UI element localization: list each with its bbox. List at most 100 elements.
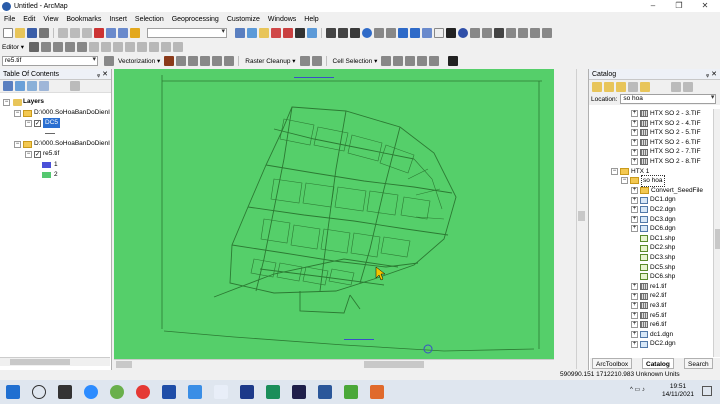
scroll-thumb[interactable] bbox=[10, 359, 70, 365]
raster-cleanup-menu[interactable]: Raster Cleanup ▾ bbox=[245, 57, 295, 65]
list-by-drawing-order-icon[interactable] bbox=[3, 81, 13, 91]
zoom-in-icon[interactable] bbox=[326, 28, 336, 38]
expand-icon[interactable]: + bbox=[631, 196, 638, 204]
rotate-icon[interactable] bbox=[137, 42, 148, 52]
save-icon[interactable] bbox=[27, 28, 37, 38]
group1-node[interactable]: − D:\000.SoHoaBanDoDienI bbox=[14, 108, 110, 118]
edit-vertices-icon[interactable] bbox=[89, 42, 100, 52]
redo-icon[interactable] bbox=[118, 28, 128, 38]
catalog-item[interactable]: DC6.shp bbox=[631, 272, 675, 282]
vectorization-settings-icon[interactable] bbox=[164, 56, 175, 66]
arcmap-taskbar-icon[interactable] bbox=[162, 385, 176, 399]
app3-icon[interactable] bbox=[292, 385, 306, 399]
copy-icon[interactable] bbox=[70, 28, 80, 38]
print-icon[interactable] bbox=[39, 28, 49, 38]
measure-icon[interactable] bbox=[482, 28, 492, 38]
catalog-scrollbar[interactable] bbox=[713, 109, 720, 357]
layer-re5[interactable]: − ✓ re5.tif bbox=[25, 149, 59, 159]
expand-icon[interactable]: + bbox=[631, 225, 638, 233]
re5-label[interactable]: re5.tif bbox=[43, 149, 59, 159]
find-route-icon[interactable] bbox=[506, 28, 516, 38]
trace-icon[interactable] bbox=[65, 42, 76, 52]
zoom-app-icon[interactable] bbox=[84, 385, 98, 399]
vectorization-trace-icon[interactable] bbox=[200, 56, 211, 66]
expand-icon[interactable]: + bbox=[631, 283, 638, 291]
cut-icon[interactable] bbox=[58, 28, 68, 38]
catalog-item[interactable]: + DC1.dgn bbox=[631, 195, 676, 205]
select-elements-icon[interactable] bbox=[446, 28, 456, 38]
map-scale-combo[interactable] bbox=[147, 28, 227, 38]
toc-horizontal-scrollbar[interactable] bbox=[0, 357, 110, 366]
catalog-item[interactable]: DC5.shp bbox=[631, 263, 675, 273]
cell-select-tool-icon[interactable] bbox=[417, 56, 428, 66]
clear-selection-icon[interactable] bbox=[434, 28, 444, 38]
menu-edit[interactable]: Edit bbox=[23, 16, 35, 23]
catalog-item[interactable]: + re5.tif bbox=[631, 311, 666, 321]
create-features-icon[interactable] bbox=[173, 42, 184, 52]
collapse-icon[interactable]: − bbox=[3, 98, 10, 106]
expand-icon[interactable]: + bbox=[631, 139, 638, 147]
expand-icon[interactable]: + bbox=[631, 331, 638, 339]
expand-icon[interactable]: + bbox=[631, 311, 638, 319]
catalog-item[interactable]: DC1.shp bbox=[631, 234, 675, 244]
editor-toolbar-icon[interactable] bbox=[235, 28, 245, 38]
dc5-visibility-checkbox[interactable]: ✓ bbox=[34, 119, 41, 127]
modelbuilder-icon[interactable] bbox=[307, 28, 317, 38]
expand-icon[interactable]: + bbox=[631, 206, 638, 214]
re5-visibility-checkbox[interactable]: ✓ bbox=[34, 150, 41, 158]
cut-polygons-icon[interactable] bbox=[113, 42, 124, 52]
vectorization-menu[interactable]: Vectorization ▾ bbox=[118, 57, 160, 65]
data-view-button[interactable] bbox=[116, 361, 132, 368]
menu-geoprocessing[interactable]: Geoprocessing bbox=[172, 16, 219, 23]
catalog-item[interactable]: + re6.tif bbox=[631, 320, 666, 330]
trace-between-points-icon[interactable] bbox=[212, 56, 223, 66]
full-extent-icon[interactable] bbox=[362, 28, 372, 38]
point-icon[interactable] bbox=[77, 42, 88, 52]
collapse-icon[interactable]: − bbox=[621, 177, 628, 185]
back-arrow-icon[interactable] bbox=[592, 81, 602, 92]
expand-icon[interactable]: + bbox=[631, 321, 638, 329]
list-by-source-icon[interactable] bbox=[15, 81, 25, 91]
undo-icon[interactable] bbox=[106, 28, 116, 38]
toc-window-icon[interactable] bbox=[247, 28, 257, 38]
collapse-icon[interactable]: − bbox=[611, 167, 618, 175]
find-icon[interactable] bbox=[494, 28, 504, 38]
zoom-out-icon[interactable] bbox=[338, 28, 348, 38]
layer-dc5[interactable]: − ✓ DC5 bbox=[25, 118, 61, 128]
windows-start-icon[interactable] bbox=[6, 385, 20, 399]
goto-xy-icon[interactable] bbox=[518, 28, 528, 38]
list-by-selection-icon[interactable] bbox=[39, 81, 49, 91]
app2-icon[interactable] bbox=[266, 385, 280, 399]
html-popup-icon[interactable] bbox=[470, 28, 480, 38]
home-icon[interactable] bbox=[628, 81, 638, 92]
map-vertical-scrollbar[interactable] bbox=[576, 69, 586, 369]
collapse-icon[interactable]: − bbox=[25, 119, 32, 127]
vectorization-option-icon[interactable] bbox=[224, 56, 235, 66]
catalog-options-icon[interactable] bbox=[683, 81, 693, 92]
select-features-icon[interactable] bbox=[422, 28, 432, 38]
split-icon[interactable] bbox=[125, 42, 136, 52]
attributes-icon[interactable] bbox=[149, 42, 160, 52]
tray-icons[interactable]: ^ ▭ ♪ bbox=[630, 386, 645, 393]
toc-pin-icon[interactable]: ᵩ ✕ bbox=[97, 69, 108, 80]
scroll-thumb[interactable] bbox=[715, 229, 720, 249]
toc-options-icon[interactable] bbox=[70, 81, 80, 91]
menu-bookmarks[interactable]: Bookmarks bbox=[66, 16, 101, 23]
expand-icon[interactable]: + bbox=[631, 110, 638, 118]
delete-icon[interactable] bbox=[94, 28, 104, 38]
connect-folder-icon[interactable] bbox=[640, 81, 650, 92]
minimize-button[interactable]: – bbox=[640, 0, 666, 12]
up-folder-icon[interactable] bbox=[616, 81, 626, 92]
cell-select-option-icon[interactable] bbox=[405, 56, 416, 66]
fixed-zoom-out-icon[interactable] bbox=[386, 28, 396, 38]
catalog-item[interactable]: + DC6.dgn bbox=[631, 224, 676, 234]
fixed-zoom-in-icon[interactable] bbox=[374, 28, 384, 38]
time-slider-icon[interactable] bbox=[530, 28, 540, 38]
expand-icon[interactable]: + bbox=[631, 340, 638, 348]
chrome-icon[interactable] bbox=[136, 385, 150, 399]
expand-icon[interactable]: + bbox=[631, 119, 638, 127]
expand-icon[interactable]: + bbox=[631, 129, 638, 137]
collapse-icon[interactable]: − bbox=[14, 140, 21, 148]
edit-tool-icon[interactable] bbox=[29, 42, 40, 52]
word-icon[interactable] bbox=[318, 385, 332, 399]
